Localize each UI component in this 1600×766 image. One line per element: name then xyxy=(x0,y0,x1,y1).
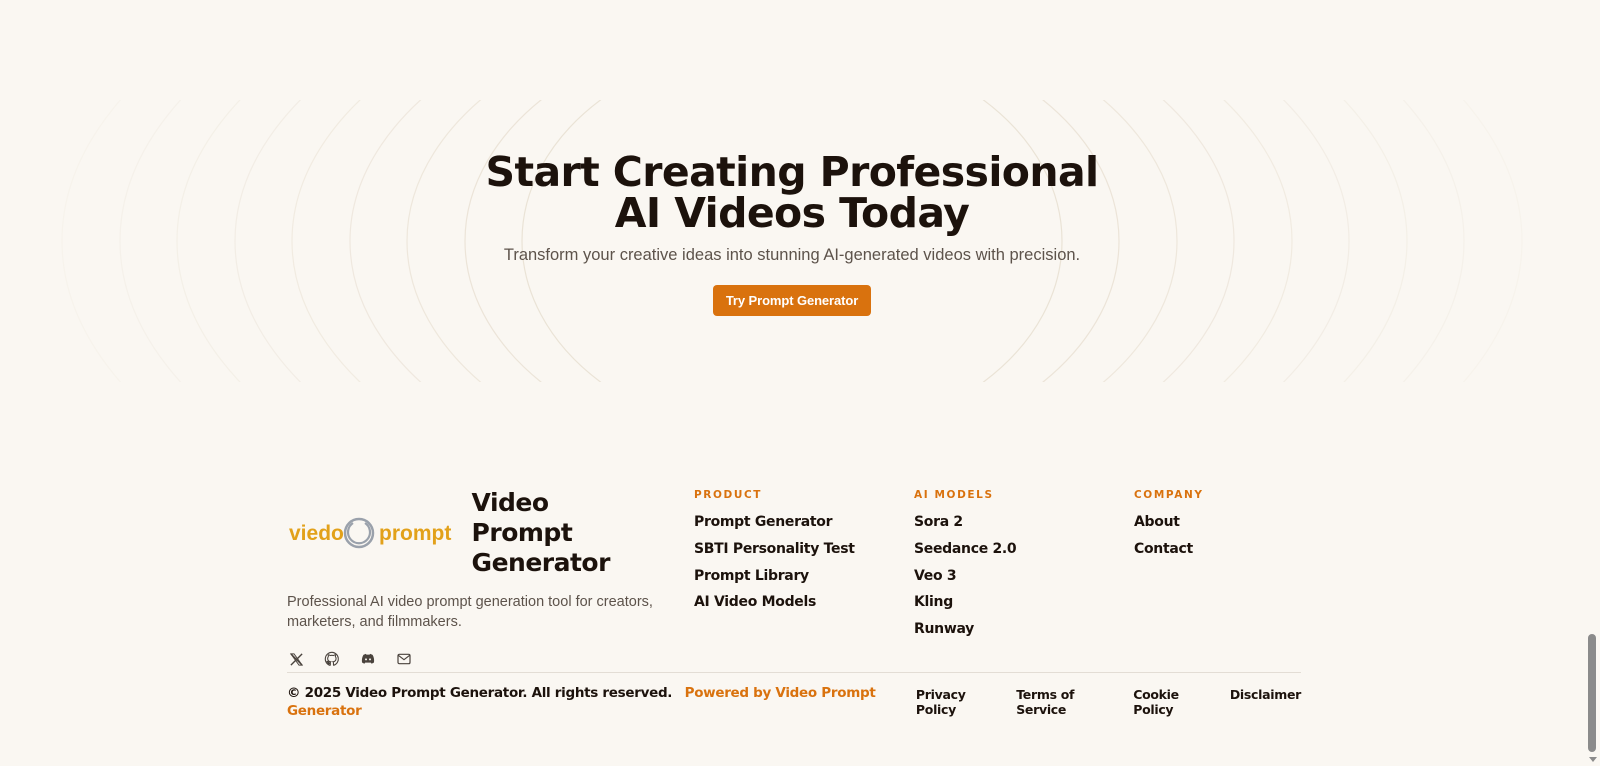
footer-brand: viedo prompt Video Prompt Generator Prof… xyxy=(287,488,657,668)
disclaimer-link[interactable]: Disclaimer xyxy=(1230,687,1301,717)
privacy-policy-link[interactable]: Privacy Policy xyxy=(916,687,1002,717)
brand-name-line1: Video Prompt xyxy=(471,488,573,547)
copyright-text: © 2025 Video Prompt Generator. All right… xyxy=(287,685,673,701)
footer-link-kling[interactable]: Kling xyxy=(914,594,953,610)
footer-link-veo-3[interactable]: Veo 3 xyxy=(914,568,957,584)
footer-link-runway[interactable]: Runway xyxy=(914,621,974,637)
discord-icon[interactable] xyxy=(359,650,377,668)
brand-name-line2: Generator xyxy=(471,548,611,577)
svg-text:prompt: prompt xyxy=(379,522,451,545)
github-icon[interactable] xyxy=(323,650,341,668)
footer-link-sbti-personality-test[interactable]: SBTI Personality Test xyxy=(694,541,855,557)
footer-link-contact[interactable]: Contact xyxy=(1134,541,1193,557)
cta-section: Start Creating Professional AI Videos To… xyxy=(0,100,1584,382)
brand-description: Professional AI video prompt generation … xyxy=(287,594,653,630)
footer-link-sora-2[interactable]: Sora 2 xyxy=(914,514,963,530)
mail-icon[interactable] xyxy=(395,650,413,668)
footer-link-prompt-generator[interactable]: Prompt Generator xyxy=(694,514,832,530)
social-links xyxy=(287,650,657,668)
cta-content: Start Creating Professional AI Videos To… xyxy=(0,152,1584,316)
cta-title: Start Creating Professional AI Videos To… xyxy=(0,152,1584,234)
brand-name: Video Prompt Generator xyxy=(472,488,657,578)
legal-links: Privacy Policy Terms of Service Cookie P… xyxy=(916,687,1301,717)
column-heading: AI MODELS xyxy=(914,489,994,501)
footer-column-company: COMPANY About Contact xyxy=(1134,488,1204,566)
footer-link-prompt-library[interactable]: Prompt Library xyxy=(694,568,809,584)
footer-divider xyxy=(287,672,1301,673)
cookie-policy-link[interactable]: Cookie Policy xyxy=(1133,687,1216,717)
footer-column-product: PRODUCT Prompt Generator SBTI Personalit… xyxy=(694,488,855,619)
footer-link-ai-video-models[interactable]: AI Video Models xyxy=(694,594,816,610)
try-prompt-generator-button[interactable]: Try Prompt Generator xyxy=(712,285,872,316)
footer-bottom-bar: © 2025 Video Prompt Generator. All right… xyxy=(287,685,1301,719)
cta-subtitle: Transform your creative ideas into stunn… xyxy=(503,246,1081,264)
footer-column-ai-models: AI MODELS Sora 2 Seedance 2.0 Veo 3 Klin… xyxy=(914,488,1017,646)
scrollbar-thumb[interactable] xyxy=(1588,634,1596,752)
cta-title-line2: AI Videos Today xyxy=(614,189,970,237)
svg-text:viedo: viedo xyxy=(289,522,344,545)
column-heading: PRODUCT xyxy=(694,489,763,501)
logo-mark-icon: viedo prompt xyxy=(289,517,451,549)
footer-link-seedance[interactable]: Seedance 2.0 xyxy=(914,541,1017,557)
footer-link-about[interactable]: About xyxy=(1134,514,1180,530)
x-icon[interactable] xyxy=(287,650,305,668)
scroll-down-arrow-icon[interactable] xyxy=(1589,757,1597,762)
terms-of-service-link[interactable]: Terms of Service xyxy=(1016,687,1119,717)
brand-logo[interactable]: viedo prompt xyxy=(287,509,462,557)
column-heading: COMPANY xyxy=(1134,489,1204,501)
